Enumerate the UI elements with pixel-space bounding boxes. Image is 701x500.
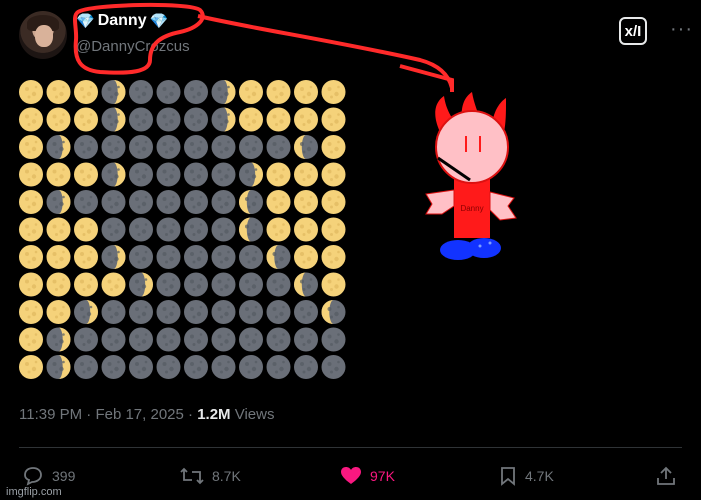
character-drawing: Danny: [425, 92, 517, 260]
annotation-circle: [72, 2, 205, 75]
heart-icon: [341, 467, 361, 484]
like-count: 97K: [370, 468, 395, 484]
post-time[interactable]: 11:39 PM: [19, 406, 82, 423]
post-date[interactable]: Feb 17, 2025: [95, 406, 183, 423]
repost-button[interactable]: 8.7K: [180, 466, 241, 486]
annotation-overlay: Danny: [72, 2, 517, 260]
share-button[interactable]: [656, 466, 676, 486]
share-icon: [657, 466, 675, 485]
shirt-label: Danny: [460, 204, 483, 213]
divider: [19, 447, 682, 448]
bookmark-count: 4.7K: [525, 468, 554, 484]
post-meta: 11:39 PM · Feb 17, 2025 · 1.2M Views: [19, 406, 275, 423]
bookmark-button[interactable]: 4.7K: [499, 466, 554, 486]
views-label: Views: [234, 406, 275, 423]
bookmark-icon: [501, 467, 515, 486]
annotation-arrow: [197, 14, 454, 89]
arrow-head: [399, 64, 454, 92]
reply-icon: [24, 467, 42, 486]
watermark: imgflip.com: [6, 486, 62, 498]
repost-icon: [180, 467, 204, 485]
reply-count: 399: [52, 468, 76, 484]
reply-button[interactable]: 399: [22, 466, 75, 486]
repost-count: 8.7K: [212, 468, 241, 484]
like-button[interactable]: 97K: [340, 466, 395, 486]
views-count: 1.2M: [197, 406, 231, 423]
